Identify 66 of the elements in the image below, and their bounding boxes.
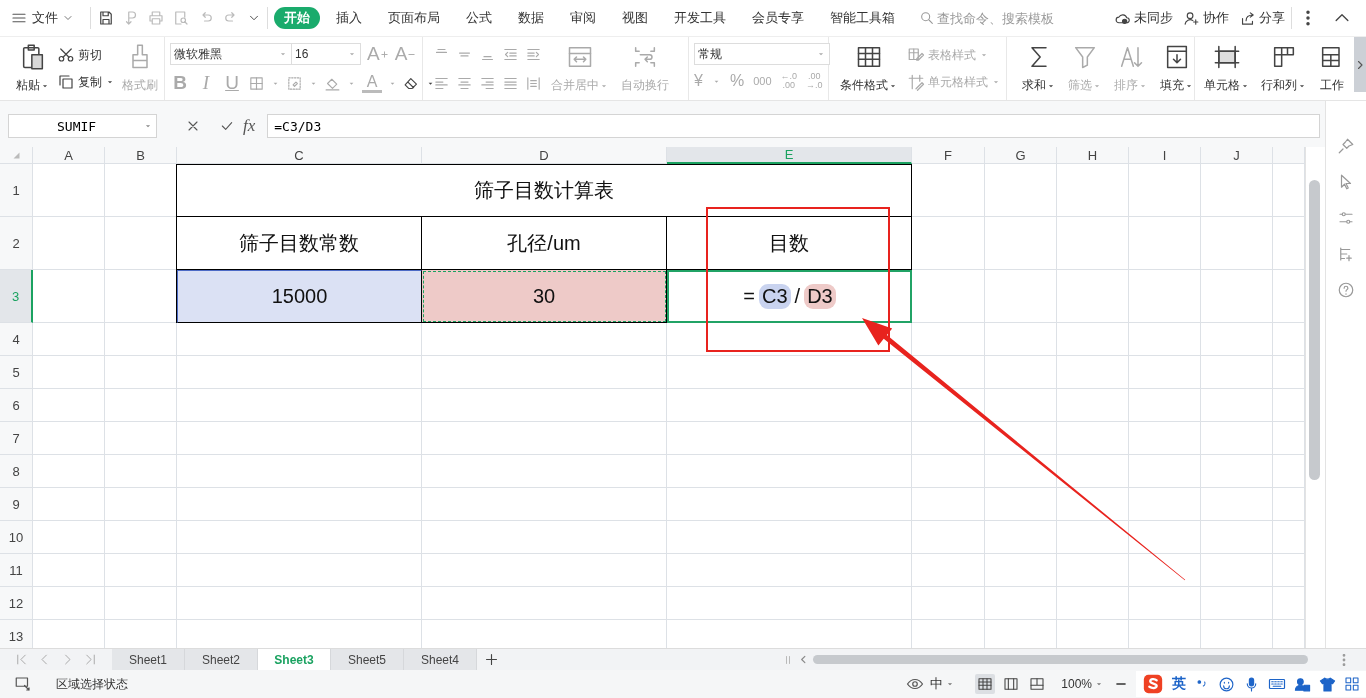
row-header[interactable]: 11 bbox=[0, 554, 33, 587]
sheet-tab[interactable]: Sheet5 bbox=[331, 649, 404, 670]
file-menu[interactable]: 文件 bbox=[32, 9, 74, 27]
row-header[interactable]: 2 bbox=[0, 217, 33, 270]
rows-columns-button[interactable]: 行和列 bbox=[1258, 40, 1310, 97]
ribbon-tab[interactable]: 开发工具 bbox=[664, 7, 736, 29]
formula-operator: = bbox=[743, 285, 755, 308]
sheet-tab[interactable]: Sheet2 bbox=[185, 649, 258, 670]
copy-button[interactable]: 复制 bbox=[57, 70, 115, 94]
font-size-select[interactable]: 16 bbox=[291, 43, 361, 65]
active-cell[interactable]: = C3 / D3 bbox=[667, 270, 912, 323]
formula-field[interactable]: =C3/D3 bbox=[267, 114, 1320, 138]
column-header[interactable]: F bbox=[912, 147, 985, 164]
row-header[interactable]: 4 bbox=[0, 323, 33, 356]
cell-button[interactable]: 单元格 bbox=[1201, 40, 1253, 97]
sheet-tab[interactable]: Sheet1 bbox=[112, 649, 185, 670]
row-header[interactable]: 13 bbox=[0, 620, 33, 648]
toolbar-button[interactable]: 协作 bbox=[1183, 9, 1229, 27]
table-title: 筛子目数计算表 bbox=[177, 164, 912, 217]
value-cell[interactable]: 30 bbox=[422, 270, 667, 323]
name-box[interactable]: SUMIF bbox=[8, 114, 157, 138]
ribbon-tab[interactable]: 数据 bbox=[508, 7, 554, 29]
row-header[interactable]: 8 bbox=[0, 455, 33, 488]
ribbon-tab[interactable]: 视图 bbox=[612, 7, 658, 29]
ribbon-tab[interactable]: 页面布局 bbox=[378, 7, 450, 29]
formula-operator: / bbox=[794, 285, 801, 308]
column-header[interactable]: B bbox=[105, 147, 177, 164]
column-header[interactable]: J bbox=[1201, 147, 1273, 164]
conditional-format-button[interactable]: 条件格式 bbox=[837, 40, 901, 97]
ribbon-tab[interactable]: 审阅 bbox=[560, 7, 606, 29]
worksheet-button[interactable]: 工作 bbox=[1315, 40, 1349, 97]
insert-function-button[interactable]: fx bbox=[243, 116, 256, 136]
font-name-select[interactable]: 微软雅黑 bbox=[170, 43, 292, 65]
fill-down-button[interactable]: 填充 bbox=[1157, 40, 1197, 97]
status-text: 区域选择状态 bbox=[56, 675, 128, 693]
toolbar-button[interactable]: 未同步 bbox=[1114, 9, 1173, 27]
ribbon-tab[interactable]: 公式 bbox=[456, 7, 502, 29]
input-mode-button[interactable]: 中 bbox=[930, 675, 956, 693]
paste-button[interactable]: 粘贴 bbox=[13, 40, 53, 97]
column-header[interactable]: C bbox=[177, 147, 422, 164]
ime-language-button[interactable]: 英 bbox=[1172, 675, 1186, 693]
cell-reference: C3 bbox=[759, 284, 791, 309]
column-header[interactable]: I bbox=[1129, 147, 1201, 164]
toolbar-button[interactable]: 分享 bbox=[1239, 9, 1285, 27]
sheet-tab[interactable]: Sheet4 bbox=[404, 649, 477, 670]
column-header[interactable]: G bbox=[985, 147, 1057, 164]
header-cell: 目数 bbox=[667, 217, 912, 270]
column-header[interactable]: H bbox=[1057, 147, 1129, 164]
column-header[interactable]: D bbox=[422, 147, 667, 164]
cell-reference: D3 bbox=[804, 284, 836, 309]
sum-button[interactable]: 求和 bbox=[1019, 40, 1059, 97]
row-header[interactable]: 5 bbox=[0, 356, 33, 389]
row-header[interactable]: 1 bbox=[0, 164, 33, 217]
column-header[interactable]: A bbox=[33, 147, 105, 164]
ribbon-tab[interactable]: 智能工具箱 bbox=[820, 7, 905, 29]
row-header[interactable]: 10 bbox=[0, 521, 33, 554]
row-header[interactable]: 12 bbox=[0, 587, 33, 620]
value-cell[interactable]: 15000 bbox=[177, 270, 422, 323]
row-header[interactable]: 6 bbox=[0, 389, 33, 422]
cut-button[interactable]: 剪切 bbox=[57, 43, 115, 67]
ribbon-tab[interactable]: 插入 bbox=[326, 7, 372, 29]
number-format-select[interactable]: 常规 bbox=[694, 43, 830, 65]
zoom-select[interactable]: 100% bbox=[1061, 677, 1104, 691]
ribbon-tab[interactable]: 会员专享 bbox=[742, 7, 814, 29]
row-header[interactable]: 7 bbox=[0, 422, 33, 455]
row-header[interactable]: 9 bbox=[0, 488, 33, 521]
